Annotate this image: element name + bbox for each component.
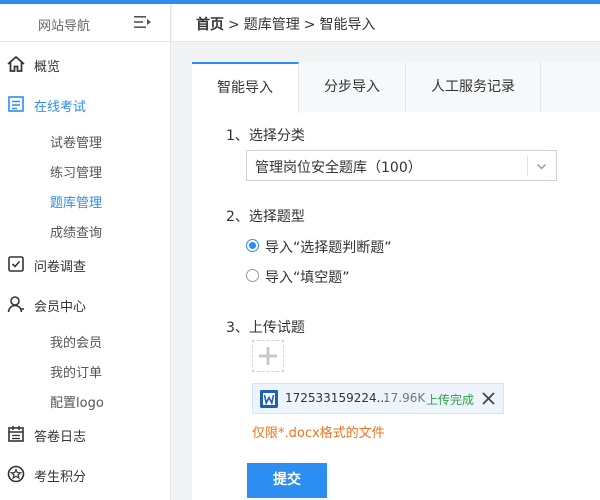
step1-label: 1、选择分类 [226,128,305,144]
sidebar-item-answer-log[interactable]: 答卷日志 [0,419,171,449]
file-format-hint: 仅限*.docx格式的文件 [252,426,385,441]
upload-file-button[interactable] [252,340,284,372]
breadcrumb-separator: > [228,17,240,33]
breadcrumb-separator: > [303,17,316,33]
category-select-value: 管理岗位安全题库（100） [255,160,422,176]
sidebar-subitem-my-members[interactable]: 我的会员 [50,332,102,351]
sidebar-item-label: 会员中心 [34,300,87,315]
header: 首页 > 题库管理 > 智能导入 [172,4,600,42]
radio-label: 导入“选择题判断题” [265,240,392,256]
radio-label: 导入“填空题” [265,270,350,286]
close-icon[interactable] [481,391,496,406]
sidebar-item-exam-points[interactable]: 考生积分 [0,459,171,489]
tab-bar-filler [541,62,600,112]
sidebar-item-member-center[interactable]: 会员中心 [0,289,171,319]
uploaded-file-item: 172533159224... 17.96K 上传完成 [252,383,504,414]
sidebar-subitem-score-query[interactable]: 成绩查询 [50,222,102,241]
chevron-down-icon [537,164,546,170]
user-icon [7,296,24,313]
exam-icon [8,96,24,112]
radio-button[interactable] [246,269,259,282]
survey-icon [8,256,24,272]
step2-label: 2、选择题型 [226,209,305,225]
breadcrumb: 首页 > 题库管理 > 智能导入 [196,14,375,34]
tab-manual-service-records[interactable]: 人工服务记录 [406,62,541,112]
file-name: 172533159224... [285,391,389,405]
sidebar: 网站导航 概览 在线考试 试卷管理 练习管理 题库管理 成绩查询 问卷调查 会员… [0,4,171,500]
file-size: 17.96K [383,391,426,405]
import-panel: 智能导入 分步导入 人工服务记录 1、选择分类 管理岗位安全题库（100） 2、… [192,62,600,500]
sidebar-item-survey[interactable]: 问卷调查 [0,249,171,279]
radio-button-checked[interactable] [246,239,259,252]
upload-status: 上传完成 [426,393,475,407]
submit-button[interactable]: 提交 [247,463,327,498]
sidebar-item-label: 概览 [34,60,61,75]
tab-step-import[interactable]: 分步导入 [299,62,406,112]
sidebar-subitem-my-orders[interactable]: 我的订单 [50,362,102,381]
breadcrumb-question-bank[interactable]: 题库管理 [244,17,300,33]
points-icon [7,465,25,483]
plus-icon [259,347,277,365]
calendar-icon [8,426,24,442]
sidebar-item-label: 答卷日志 [34,430,87,445]
breadcrumb-current: 智能导入 [319,17,376,33]
sidebar-item-label: 考生积分 [34,470,87,485]
collapse-menu-icon[interactable] [134,14,152,30]
sidebar-subitem-question-bank[interactable]: 题库管理 [50,192,102,211]
word-file-icon [260,390,278,408]
home-icon [7,55,25,72]
sidebar-item-label: 在线考试 [34,100,87,115]
tab-smart-import[interactable]: 智能导入 [192,62,299,113]
sidebar-title: 网站导航 [38,19,91,34]
select-divider [527,156,528,176]
sidebar-subitem-config-logo[interactable]: 配置logo [50,392,104,411]
sidebar-item-label: 问卷调查 [34,260,87,275]
category-select[interactable]: 管理岗位安全题库（100） [246,150,557,181]
sidebar-item-online-exam[interactable]: 在线考试 [0,89,171,119]
tab-bar: 智能导入 分步导入 人工服务记录 [192,62,600,113]
sidebar-subitem-practice-management[interactable]: 练习管理 [50,162,102,181]
sidebar-item-overview[interactable]: 概览 [0,49,171,79]
breadcrumb-home[interactable]: 首页 [196,17,224,33]
step3-label: 3、上传试题 [226,320,305,336]
sidebar-subitem-paper-management[interactable]: 试卷管理 [50,132,102,151]
sidebar-header: 网站导航 [0,4,170,42]
